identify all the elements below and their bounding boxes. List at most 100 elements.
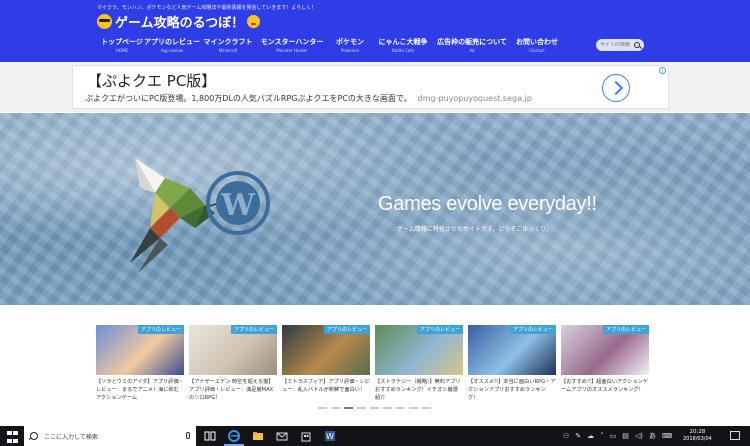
taskbar-clock[interactable]: 20:28 2018/03/04 [683, 429, 712, 442]
ad-banner[interactable]: 【ぷよクエ PC版】 ぷよクエがついにPC版登場。1,800万DLの人気パズルR… [72, 65, 669, 109]
category-badge[interactable]: アプリのレビュー [323, 325, 370, 334]
site-search[interactable] [596, 39, 644, 51]
carousel-dot[interactable] [383, 407, 392, 409]
ad-title[interactable]: 【ぷよクエ PC版】 [87, 70, 216, 91]
nav-item-2[interactable]: マインクラフト Minecraft [200, 37, 256, 53]
pen-icon[interactable]: ✎ [575, 432, 581, 440]
main-nav: トップページ HOME アプリのレビュー App review マインクラフト Minec… [100, 37, 564, 53]
hummingbird-wordpress-illustration: W [130, 158, 270, 273]
nav-item-6[interactable]: 広告枠の販売について Ad [434, 37, 510, 53]
browser-page: マイクラ、モンハン、ポケモンなど人気ゲーム攻略法や最新情報を発信していきます！よ… [0, 0, 750, 446]
article-thumbnail[interactable]: アプリのレビュー [189, 325, 277, 375]
hero-title: Games evolve everyday!! [378, 193, 597, 215]
article-title[interactable]: 【ミトラスフィア】アプリ評価・レビュー：乱入バトルが新鮮で面白い！ [282, 378, 370, 394]
volume-icon[interactable]: ◁) [635, 432, 643, 440]
carousel-dots [318, 407, 431, 409]
ad-arrow-button[interactable] [602, 74, 630, 102]
article-card[interactable]: アプリのレビュー【おすすめ!!】超面白いアクションゲームアプリのオススメランキン… [561, 325, 649, 405]
windows-start-icon[interactable] [0, 426, 24, 446]
hero-subtitle: ゲーム情報に特化させたサイトです。どうぞごゆっくり。 [397, 226, 553, 233]
nav-item-label: アプリのレビュー [144, 38, 200, 46]
nav-item-1[interactable]: アプリのレビュー App review [144, 37, 200, 53]
mail-icon[interactable] [276, 430, 288, 442]
carousel-dot[interactable] [357, 407, 366, 409]
article-thumbnail[interactable]: アプリのレビュー [282, 325, 370, 375]
article-thumbnail[interactable]: アプリのレビュー [561, 325, 649, 375]
carousel-dot[interactable] [422, 407, 431, 409]
wink-emoji-icon [247, 14, 261, 28]
taskbar-search-box[interactable]: ここに入力して検索 [24, 426, 196, 446]
search-icon [30, 432, 38, 440]
article-title[interactable]: 【ソラとウミのアイダ】アプリ評価・レビュー：まるでアニメ！海に和むアクションゲー… [96, 378, 184, 402]
word-icon[interactable]: W [324, 430, 336, 442]
clock-date: 2018/03/04 [683, 436, 712, 442]
article-thumbnail[interactable]: アプリのレビュー [375, 325, 463, 375]
article-title[interactable]: 【アナザーエデン 時空を超える猫】アプリ評価・レビュー：満足度MAXのソロRPG… [189, 378, 277, 402]
ad-url[interactable]: dmg-puyopuyoquest.sega.jp [418, 94, 532, 103]
svg-text:W: W [326, 432, 334, 441]
chevron-up-icon[interactable]: ˄ [600, 432, 604, 440]
taskbar-search-text: ここに入力して検索 [44, 433, 98, 441]
nav-item-sublabel: Contact [529, 48, 545, 53]
battery-icon[interactable]: ▭ [610, 432, 617, 440]
ad-body[interactable]: ぷよクエがついにPC版登場。1,800万DLの人気パズルRPGぷよクエをPCの大… [85, 93, 532, 104]
carousel-dot[interactable] [409, 407, 418, 409]
article-card[interactable]: アプリのレビュー【アナザーエデン 時空を超える猫】アプリ評価・レビュー：満足度M… [189, 325, 277, 405]
article-thumbnail[interactable]: アプリのレビュー [96, 325, 184, 375]
article-thumbnail[interactable]: アプリのレビュー [468, 325, 556, 375]
category-badge[interactable]: アプリのレビュー [416, 325, 463, 334]
windows-taskbar: ここに入力して検索 W ⚇ ✎ ☁ ˄ ▭ ▤ ◁) あ ⌨ 20:28 201… [0, 426, 750, 446]
onedrive-icon[interactable]: ☁ [587, 432, 594, 440]
nav-item-sublabel: Monster Hunter [276, 48, 308, 53]
file-explorer-icon[interactable] [252, 430, 264, 442]
carousel-dot[interactable] [331, 407, 340, 409]
site-logo[interactable]: ゲーム攻略のるつぼ！ [97, 12, 261, 31]
nav-item-0[interactable]: トップページ HOME [100, 37, 144, 53]
nav-item-4[interactable]: ポケモン Pokemon [328, 37, 372, 53]
nav-item-sublabel: Battle Cats [391, 48, 415, 53]
carousel-dot[interactable] [318, 407, 327, 409]
nav-item-5[interactable]: にゃんこ大戦争 Battle Cats [372, 37, 434, 53]
carousel-dot[interactable] [396, 407, 405, 409]
people-icon[interactable]: ⚇ [563, 432, 569, 440]
hero-banner: W Games evolve everyday!! ゲーム情報に特化させたサイト… [0, 113, 750, 305]
nav-item-3[interactable]: モンスターハンター Monster Hunter [256, 37, 328, 53]
category-badge[interactable]: アプリのレビュー [230, 325, 277, 334]
nav-item-label: ポケモン [336, 38, 364, 46]
store-icon[interactable] [300, 430, 312, 442]
system-tray: ⚇ ✎ ☁ ˄ ▭ ▤ ◁) あ ⌨ [560, 426, 675, 446]
article-title[interactable]: 【ストラテジー（戦略）】無料アプリおすすめランキング！イチオシ厳選紹介 [375, 378, 463, 402]
carousel-dot[interactable] [344, 407, 353, 409]
hummingbird-icon [130, 158, 229, 273]
keyboard-icon[interactable]: ⌨ [662, 432, 672, 440]
search-icon[interactable] [634, 42, 640, 48]
ad-body-text: ぷよクエがついにPC版登場。1,800万DLの人気パズルRPGぷよクエをPCの大… [85, 94, 412, 103]
nav-item-7[interactable]: お問い合わせ Contact [510, 37, 564, 53]
nav-item-sublabel: HOME [115, 48, 129, 53]
nav-item-label: マインクラフト [203, 38, 253, 46]
nav-item-label: お問い合わせ [516, 38, 558, 46]
article-card[interactable]: アプリのレビュー【ストラテジー（戦略）】無料アプリおすすめランキング！イチオシ厳… [375, 325, 463, 405]
category-badge[interactable]: アプリのレビュー [602, 325, 649, 334]
nav-item-sublabel: Pokemon [340, 48, 360, 53]
ime-mode-icon[interactable]: あ [649, 431, 656, 441]
action-center-icon[interactable] [730, 431, 740, 440]
article-card[interactable]: アプリのレビュー【ソラとウミのアイダ】アプリ評価・レビュー：まるでアニメ！海に和… [96, 325, 184, 405]
category-badge[interactable]: アプリのレビュー [137, 325, 184, 334]
task-view-icon[interactable] [204, 430, 216, 442]
site-search-input[interactable] [600, 42, 634, 48]
network-icon[interactable]: ▤ [622, 432, 629, 440]
clock-time: 20:28 [689, 429, 706, 435]
carousel-dot[interactable] [370, 407, 379, 409]
article-card[interactable]: アプリのレビュー【ミトラスフィア】アプリ評価・レビュー：乱入バトルが新鮮で面白い… [282, 325, 370, 405]
nav-item-sublabel: Ad [469, 48, 475, 53]
nav-item-sublabel: Minecraft [218, 48, 238, 53]
microphone-icon[interactable] [186, 432, 190, 439]
article-title[interactable]: 【オススメ!!】本当に面白いRPG・アクションアプリおすすめランキング！ [468, 378, 556, 402]
article-title[interactable]: 【おすすめ!!】超面白いアクションゲームアプリのオススメランキング！ [561, 378, 649, 394]
category-badge[interactable]: アプリのレビュー [509, 325, 556, 334]
ad-info-icon[interactable]: i [659, 67, 666, 74]
article-card[interactable]: アプリのレビュー【オススメ!!】本当に面白いRPG・アクションアプリおすすめラン… [468, 325, 556, 405]
edge-browser-icon[interactable] [228, 430, 240, 442]
wordpress-logo-icon: W [206, 171, 270, 235]
